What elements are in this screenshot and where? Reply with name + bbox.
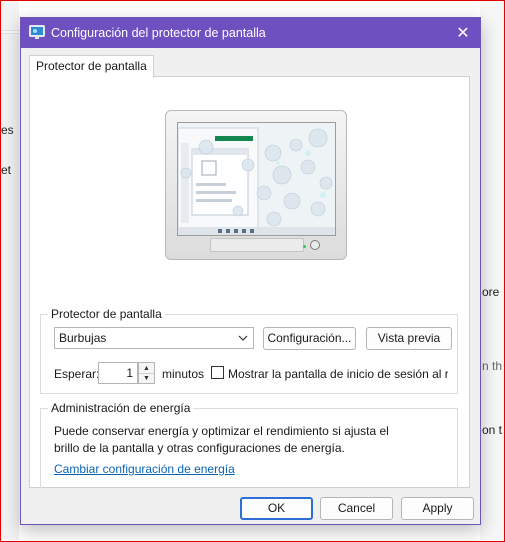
monitor-power-icon [310,240,320,250]
wait-minutes-input[interactable]: 1 [98,362,138,384]
screensaver-select-value: Burbujas [59,331,107,345]
show-logon-checkbox[interactable] [211,366,224,379]
preview-image [178,123,335,235]
dialog-title: Configuración del protector de pantalla [51,26,266,40]
apply-button[interactable]: Apply [401,497,474,520]
ok-button[interactable]: OK [240,497,313,520]
dialog-button-bar: OK Cancel Apply [21,488,480,524]
show-logon-label[interactable]: Mostrar la pantalla de inicio de sesión … [228,367,448,381]
title-bar[interactable]: Configuración del protector de pantalla … [21,18,480,48]
tab-panel: Protector de pantalla Burbujas Configura… [29,76,470,492]
background-item-partial: on t [482,423,503,437]
wait-minutes-stepper[interactable]: ▲ ▼ [138,362,155,384]
background-item-partial: et [1,163,12,177]
background-item-partial: es [1,123,14,137]
cancel-button[interactable]: Cancel [320,497,393,520]
preview-button[interactable]: Vista previa [366,327,452,350]
screensaver-select[interactable]: Burbujas [54,327,254,349]
preview-monitor [165,110,347,260]
preview-screen [177,122,336,236]
background-item-partial: n th [482,359,503,373]
close-button[interactable]: ✕ [446,18,480,48]
minutes-label: minutos [162,367,205,381]
screensaver-monitor-icon [29,25,45,39]
arrow-down-icon[interactable]: ▼ [139,373,154,383]
wait-label: Esperar: [54,367,100,381]
background-item-partial: ore [482,285,500,299]
background-divider [0,30,21,34]
close-icon: ✕ [456,25,470,42]
tab-screensaver[interactable]: Protector de pantalla [29,55,154,78]
monitor-led [303,245,306,248]
screensaver-group-label: Protector de pantalla [48,307,165,321]
monitor-base-strip [210,238,304,252]
chevron-down-icon [236,328,250,348]
screensaver-settings-dialog: Configuración del protector de pantalla … [20,17,481,525]
background-window-right [480,1,504,540]
settings-button[interactable]: Configuración... [263,327,356,350]
power-group-label: Administración de energía [48,401,194,415]
change-power-settings-link[interactable]: Cambiar configuración de energía [54,462,235,476]
power-description: Puede conservar energía y optimizar el r… [54,424,389,455]
background-window-edge [1,1,19,540]
